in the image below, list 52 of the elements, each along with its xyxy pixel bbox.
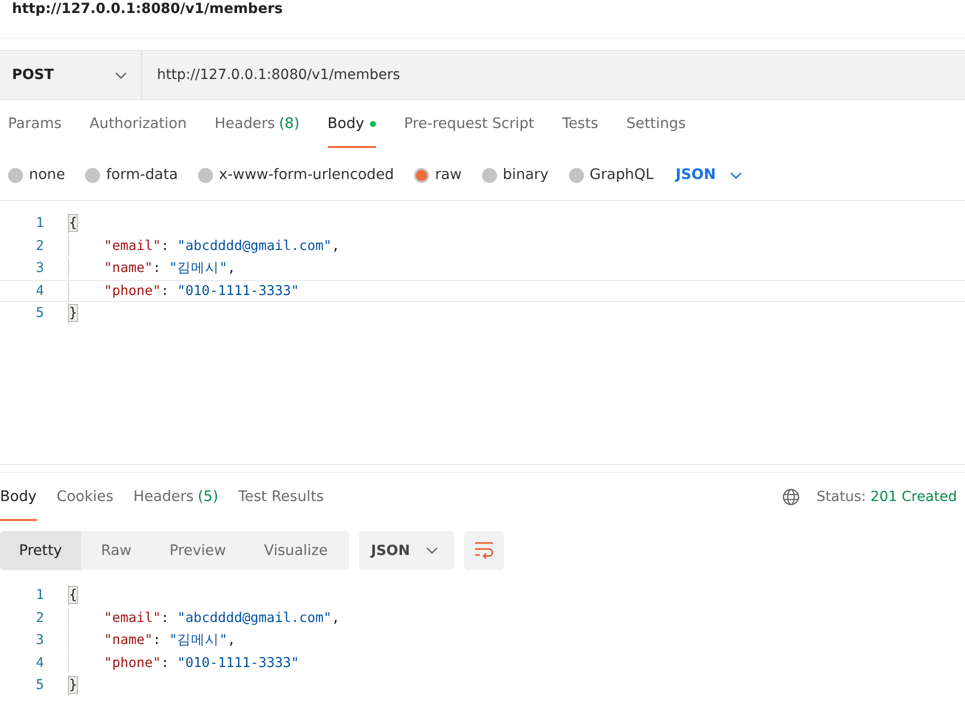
radio-option[interactable]: form-data <box>85 167 178 183</box>
line-number: 1 <box>34 215 45 232</box>
caret-icon <box>426 547 438 554</box>
code-brace: { <box>68 213 78 234</box>
radio-option[interactable]: none <box>8 167 66 183</box>
radio-option[interactable]: raw <box>414 167 462 183</box>
tab[interactable]: Cookies <box>56 473 114 521</box>
code-line: "name": "김메시", <box>68 630 236 650</box>
line-number: 2 <box>34 610 45 626</box>
tab[interactable]: Pre-request Script <box>404 100 534 148</box>
tab[interactable]: Settings <box>626 100 686 148</box>
line-number: 4 <box>34 282 45 299</box>
tab[interactable]: Headers (5) <box>133 473 218 521</box>
radio-option[interactable]: GraphQL <box>568 167 654 183</box>
code-line: "email": "abcdddd@gmail.com", <box>68 236 340 256</box>
tab[interactable]: Body <box>328 100 376 148</box>
radio-option[interactable]: x-www-form-urlencoded <box>198 167 394 183</box>
line-number: 3 <box>34 260 45 276</box>
line-number: 4 <box>34 654 45 671</box>
tab[interactable]: Tests <box>562 100 598 148</box>
view-mode-tab[interactable]: Preview <box>152 531 244 570</box>
code-brace: { <box>68 585 78 606</box>
globe-icon <box>782 488 800 506</box>
code-line: "email": "abcdddd@gmail.com", <box>68 608 340 628</box>
line-number: 2 <box>34 238 45 254</box>
page-title: http://127.0.0.1:8080/v1/members <box>0 0 965 39</box>
url-field[interactable]: http://127.0.0.1:8080/v1/members <box>142 51 965 99</box>
caret-icon <box>115 72 127 78</box>
code-line: "name": "김메시", <box>68 258 236 278</box>
line-number: 3 <box>34 632 45 648</box>
status-text: Status: 201 Created <box>816 489 957 505</box>
code-brace: } <box>68 303 78 324</box>
tab[interactable]: Headers (8) <box>214 100 300 148</box>
wrap-lines-icon <box>474 541 494 560</box>
tab[interactable]: Body <box>0 473 37 521</box>
radio-option[interactable]: binary <box>482 167 549 183</box>
format-dropdown[interactable]: JSON <box>359 531 454 570</box>
view-mode-tab[interactable]: Raw <box>83 531 150 570</box>
tab[interactable]: Test Results <box>238 473 324 521</box>
view-mode-tab[interactable]: Visualize <box>246 531 346 570</box>
code-brace: } <box>68 675 78 696</box>
line-number: 1 <box>34 587 45 604</box>
code-line: "phone": "010-1111-3333" <box>68 652 300 673</box>
line-number: 5 <box>34 305 45 322</box>
line-number: 5 <box>34 677 45 694</box>
tab[interactable]: Params <box>8 100 62 148</box>
tab[interactable]: Authorization <box>90 100 187 148</box>
format-dropdown[interactable]: JSON <box>676 167 742 183</box>
view-mode-tab[interactable]: Pretty <box>0 531 81 570</box>
caret-icon <box>730 172 742 178</box>
wrap-lines-button[interactable] <box>464 531 504 570</box>
code-line: "phone": "010-1111-3333" <box>68 280 300 301</box>
